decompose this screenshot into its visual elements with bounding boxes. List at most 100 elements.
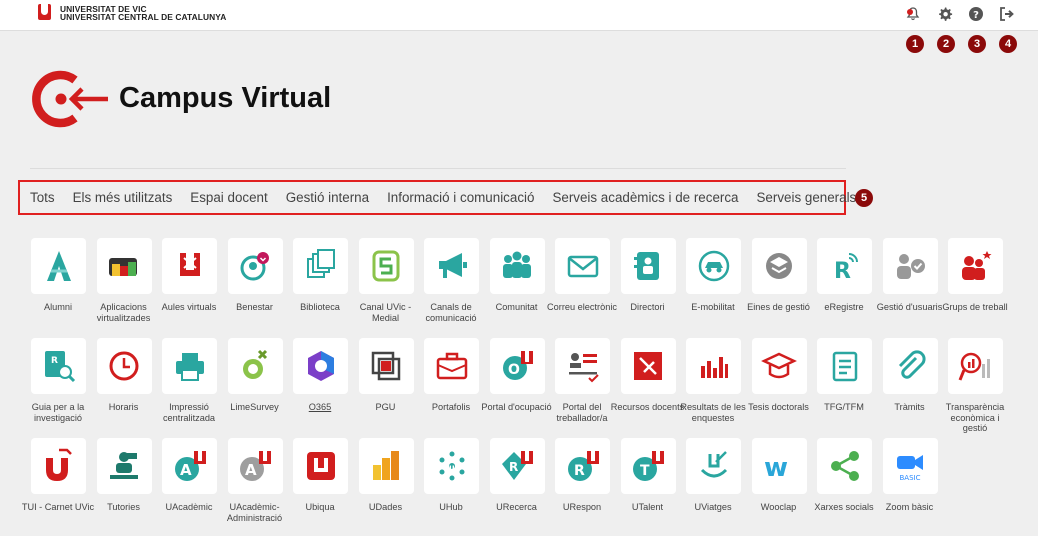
app-tile-icon-box[interactable]: [293, 338, 348, 394]
app-tile-label[interactable]: Ubiqua: [283, 502, 357, 513]
app-tile-icon-box[interactable]: [293, 438, 348, 494]
app-tile-label[interactable]: Horaris: [87, 402, 161, 413]
app-tile-label[interactable]: PGU: [349, 402, 423, 413]
app-tile-label[interactable]: LimeSurvey: [218, 402, 292, 413]
app-tile-icon-box[interactable]: u: [424, 438, 479, 494]
app-tile-icon-box[interactable]: [96, 238, 152, 294]
app-tile-icon-box[interactable]: [751, 238, 807, 294]
app-tile-icon-box[interactable]: [882, 338, 938, 394]
app-tile-label[interactable]: Aplicacions virtualitzades: [87, 302, 161, 323]
app-tile-label[interactable]: TUI - Carnet UVic: [21, 502, 95, 513]
filter-general-services[interactable]: Serveis generals: [757, 190, 857, 205]
app-tile-label[interactable]: Correu electrònic: [545, 302, 619, 313]
app-tile-icon-box[interactable]: R: [555, 438, 610, 494]
app-tile-label[interactable]: UAcadèmic-Administració: [218, 502, 292, 523]
app-tile-label[interactable]: Grups de treball: [938, 302, 1012, 313]
app-tile-icon-box[interactable]: [424, 238, 479, 294]
app-tile-label[interactable]: Comunitat: [480, 302, 554, 313]
app-tile-label[interactable]: Zoom bàsic: [873, 502, 947, 513]
filter-tots[interactable]: Tots: [30, 190, 55, 205]
app-tile-label[interactable]: UTalent: [611, 502, 685, 513]
university-logo-icon[interactable]: [38, 4, 51, 20]
app-tile-icon-box[interactable]: [31, 238, 86, 294]
gear-icon[interactable]: [935, 4, 955, 24]
app-tile-label[interactable]: UAcadèmic: [152, 502, 226, 513]
filter-most-used[interactable]: Els més utilitzats: [73, 190, 173, 205]
app-tile-icon-box[interactable]: [162, 338, 217, 394]
logout-icon[interactable]: [997, 4, 1017, 24]
app-tile-label[interactable]: URecerca: [480, 502, 554, 513]
app-tile-icon-box[interactable]: A: [227, 438, 283, 494]
app-tile-label[interactable]: Portafolis: [414, 402, 488, 413]
app-tile-icon-box[interactable]: [620, 238, 676, 294]
app-tile-icon-box[interactable]: R: [817, 238, 872, 294]
app-tile-label[interactable]: Tesis doctorals: [742, 402, 816, 413]
app-tile-label[interactable]: Xarxes socials: [807, 502, 881, 513]
app-tile-icon-box[interactable]: [162, 238, 217, 294]
app-tile-label[interactable]: TFG/TFM: [807, 402, 881, 413]
app-tile-icon-box[interactable]: R: [31, 338, 86, 394]
app-tile-icon-box[interactable]: [948, 238, 1003, 294]
app-tile-label[interactable]: Transparència econòmica i gestió: [938, 402, 1012, 434]
app-tile-icon-box[interactable]: [620, 338, 676, 394]
app-tile-label[interactable]: Biblioteca: [283, 302, 357, 313]
app-tile-label[interactable]: UViatges: [676, 502, 750, 513]
app-tile-icon-box[interactable]: [31, 438, 86, 494]
app-tile-label[interactable]: Eines de gestió: [742, 302, 816, 313]
app-tile-icon-box[interactable]: [817, 438, 872, 494]
filter-academic-research-services[interactable]: Serveis acadèmics i de recerca: [552, 190, 738, 205]
filter-information-communication[interactable]: Informació i comunicació: [387, 190, 534, 205]
help-icon[interactable]: ?: [966, 4, 986, 24]
app-tile-icon-box[interactable]: [358, 238, 414, 294]
app-tile-icon-box[interactable]: [358, 438, 414, 494]
filter-teaching-space[interactable]: Espai docent: [190, 190, 267, 205]
app-tile-label[interactable]: E-mobilitat: [676, 302, 750, 313]
notification-bell-icon[interactable]: [903, 4, 923, 24]
app-tile-icon-box[interactable]: [555, 238, 610, 294]
app-tile-icon-box[interactable]: O: [489, 338, 545, 394]
app-tile-icon-box[interactable]: [686, 338, 741, 394]
app-tile-icon-box[interactable]: [227, 338, 283, 394]
app-tile-icon-box[interactable]: [358, 338, 414, 394]
app-tile-icon-box[interactable]: BASIC: [882, 438, 938, 494]
app-tile-icon-box[interactable]: [686, 438, 741, 494]
app-tile-label[interactable]: Tràmits: [873, 402, 947, 413]
app-tile-icon-box[interactable]: [751, 338, 807, 394]
app-tile-label[interactable]: O365: [283, 402, 357, 413]
app-tile-icon-box[interactable]: [817, 338, 872, 394]
app-tile-label[interactable]: Alumni: [21, 302, 95, 313]
app-tile-icon-box[interactable]: A: [162, 438, 217, 494]
app-tile-label[interactable]: Directori: [611, 302, 685, 313]
app-tile-icon-box[interactable]: [686, 238, 741, 294]
app-tile-icon-box[interactable]: R: [489, 438, 545, 494]
app-tile-label[interactable]: eRegistre: [807, 302, 881, 313]
app-tile-label[interactable]: Wooclap: [742, 502, 816, 513]
app-tile-icon-box[interactable]: [424, 338, 479, 394]
app-tile-label[interactable]: UHub: [414, 502, 488, 513]
app-tile-icon-box[interactable]: [882, 238, 938, 294]
app-tile-icon-box[interactable]: [96, 438, 152, 494]
app-tile-icon-box[interactable]: [293, 238, 348, 294]
app-tile-icon-box[interactable]: [948, 338, 1003, 394]
app-tile-icon-box[interactable]: [555, 338, 610, 394]
app-tile-label[interactable]: Gestió d'usuaris: [873, 302, 947, 313]
app-tile-icon-box[interactable]: w: [751, 438, 807, 494]
app-tile-icon-box[interactable]: [227, 238, 283, 294]
app-tile-label[interactable]: Portal d'ocupació: [480, 402, 554, 413]
filter-internal-management[interactable]: Gestió interna: [286, 190, 369, 205]
app-tile-label[interactable]: Benestar: [218, 302, 292, 313]
app-tile-label[interactable]: URespon: [545, 502, 619, 513]
app-tile-label[interactable]: Portal del treballador/a: [545, 402, 619, 423]
app-tile-label[interactable]: Resultats de les enquestes: [676, 402, 750, 423]
app-tile-label[interactable]: Aules virtuals: [152, 302, 226, 313]
app-tile-label[interactable]: Canal UVic - Medial: [349, 302, 423, 323]
app-tile-label[interactable]: UDades: [349, 502, 423, 513]
app-tile-label[interactable]: Impressió centralitzada: [152, 402, 226, 423]
app-tile-label[interactable]: Guia per a la investigació: [21, 402, 95, 423]
app-tile-label[interactable]: Recursos docents: [611, 402, 685, 413]
app-tile-label[interactable]: Tutories: [87, 502, 161, 513]
app-tile-icon-box[interactable]: [96, 338, 152, 394]
app-tile-icon-box[interactable]: [489, 238, 545, 294]
app-tile-label[interactable]: Canals de comunicació: [414, 302, 488, 323]
app-tile-icon-box[interactable]: T: [620, 438, 676, 494]
